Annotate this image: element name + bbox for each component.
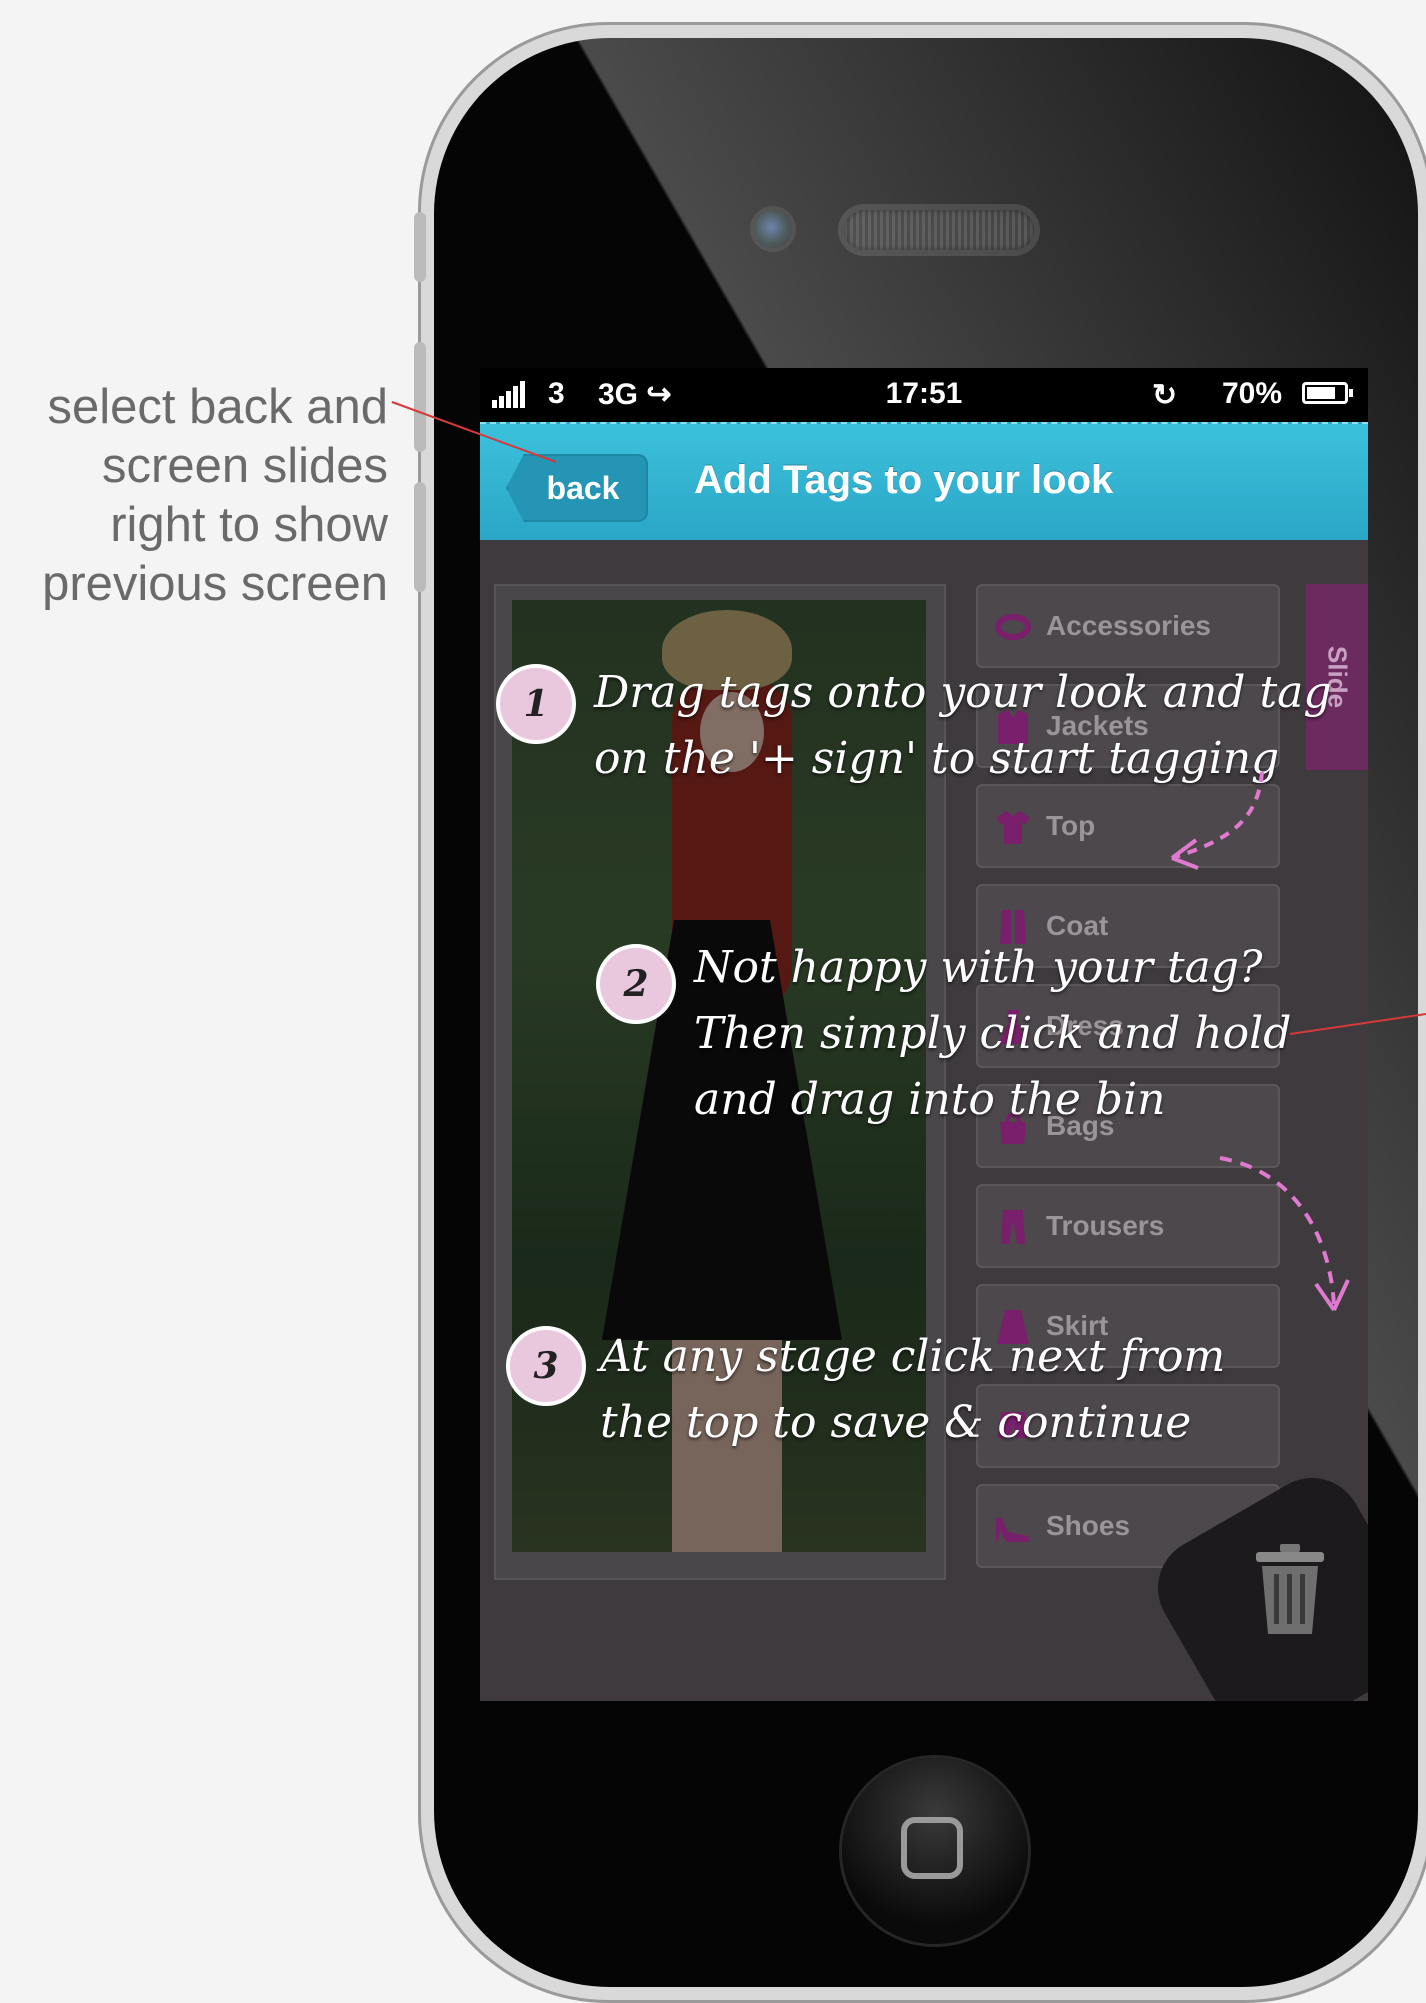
- annotation-pointer-right: [1289, 1013, 1426, 1035]
- arrow-head: [1170, 838, 1199, 870]
- dashed-arrow-to-tags: [1171, 771, 1264, 860]
- annotation-pointer-back: [391, 401, 557, 463]
- annotation-lines: [391, 401, 1426, 1312]
